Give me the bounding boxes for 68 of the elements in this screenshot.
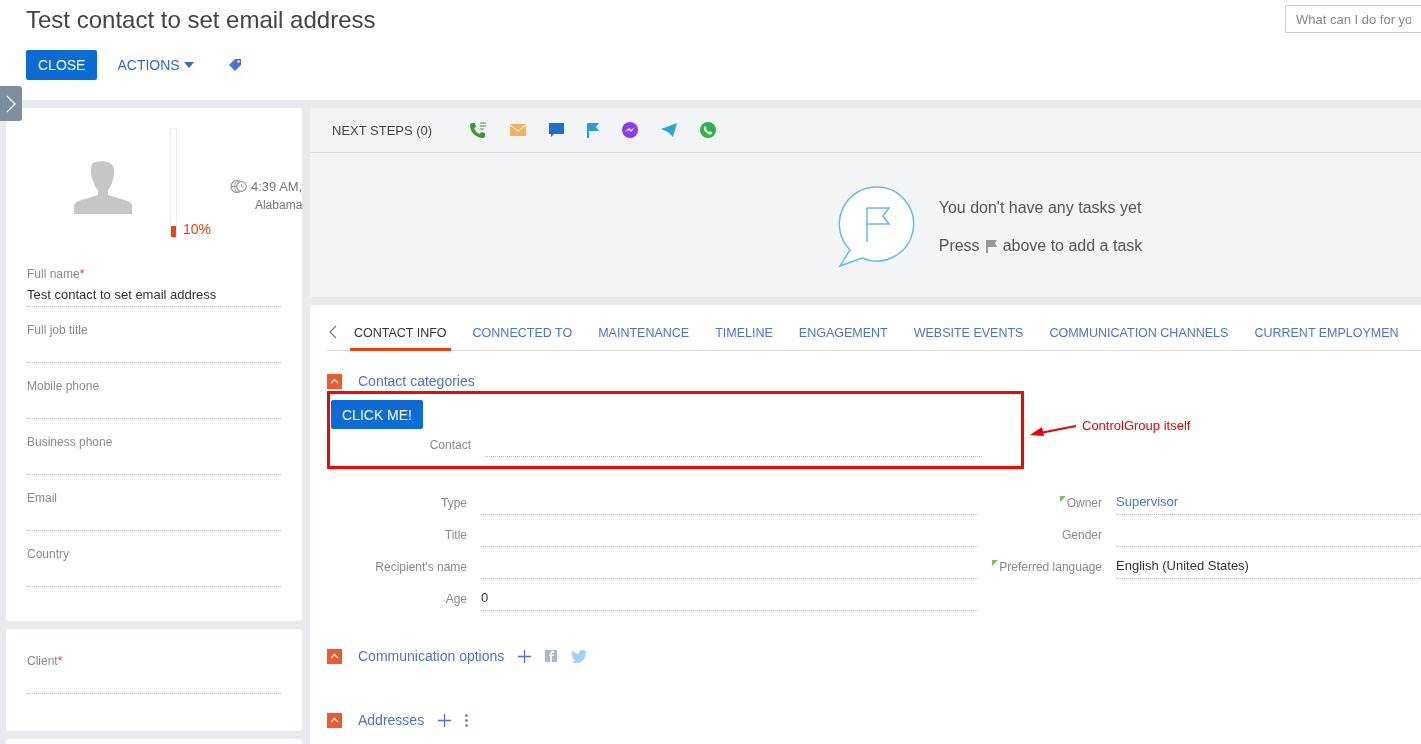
twitter-icon[interactable] [571, 649, 588, 663]
click-me-button[interactable]: CLICK ME! [331, 400, 423, 429]
sidebar-toggle[interactable] [0, 86, 22, 121]
field-label: Title [443, 528, 468, 544]
field-label: Full name* [27, 267, 86, 281]
flag-icon[interactable] [587, 122, 600, 138]
more-icon[interactable] [465, 713, 469, 727]
field-label: Recipient's name [374, 560, 468, 576]
local-time: 4:39 AM, [251, 179, 303, 194]
flag-icon [985, 239, 997, 253]
add-icon[interactable] [518, 649, 532, 663]
field-label: Type [440, 496, 468, 512]
whatsapp-icon[interactable] [700, 122, 717, 138]
close-button[interactable]: CLOSE [26, 50, 98, 80]
field-label: Contact [428, 438, 472, 454]
field-label: Full job title [27, 323, 89, 337]
field-label: Client* [27, 654, 64, 668]
chat-icon[interactable] [549, 122, 565, 138]
empty-message: You don't have any tasks yet [938, 199, 1143, 217]
tab[interactable]: ENGAGEMENT [794, 326, 892, 351]
next-steps-tab[interactable]: NEXT STEPS (0) [332, 122, 433, 138]
phone-icon[interactable] [469, 121, 488, 139]
input-field[interactable]: Test contact to set email address [27, 284, 281, 307]
chevron-left-icon[interactable] [329, 325, 337, 339]
field-label: Mobile phone [27, 379, 101, 393]
input-field[interactable]: Supervisor [1116, 492, 1421, 515]
completeness-reading: 10% [183, 221, 212, 237]
envelope-icon[interactable] [510, 124, 527, 136]
section-title[interactable]: Communication options [358, 648, 505, 664]
search-field[interactable]: What can I do for yo [1285, 5, 1421, 33]
field-label: Business phone [27, 435, 114, 449]
facebook-icon[interactable] [545, 650, 558, 662]
add-icon[interactable] [438, 713, 452, 727]
annotation-text: ControlGroup itself [1082, 417, 1191, 433]
annotation-arrow [1030, 423, 1076, 437]
caret-icon [183, 62, 194, 68]
field-label: Preferred language [978, 560, 1116, 579]
section-title[interactable]: Addresses [358, 712, 425, 728]
hint-text: Press [938, 237, 980, 255]
input-field[interactable]: English (United States) [1116, 556, 1421, 579]
field-label: Gender [1060, 528, 1103, 544]
tab[interactable]: MAINTENANCE [594, 326, 694, 351]
tab[interactable]: COMMUNICATION CHANNELS [1045, 326, 1233, 351]
chevron-right-icon [6, 94, 16, 113]
speech-bubble-flag-icon [836, 186, 915, 268]
hint-text: above to add a task [1002, 237, 1143, 255]
location: Alabama [254, 198, 303, 212]
page-title: Test contact to set email address [26, 6, 376, 34]
field-label: Email [27, 491, 58, 505]
tab[interactable]: WEBSITE EVENTS [909, 326, 1028, 351]
collapse-icon[interactable] [327, 648, 342, 664]
tab[interactable]: TIMELINE [711, 326, 777, 351]
field-label: Owner [978, 496, 1116, 515]
field-label: Age [444, 592, 468, 608]
tag-icon[interactable] [227, 58, 242, 72]
actions-button[interactable]: ACTIONS [117, 57, 194, 73]
collapse-icon[interactable] [327, 373, 342, 389]
section-title[interactable]: Contact categories [358, 373, 475, 389]
tab[interactable]: CURRENT EMPLOYMEN [1250, 326, 1403, 351]
field-label: Country [27, 547, 71, 561]
input-field[interactable]: 0 [481, 588, 978, 611]
paper-plane-icon[interactable] [661, 123, 678, 137]
avatar-silhouette [74, 160, 132, 214]
tab[interactable]: CONNECTED TO [468, 326, 577, 351]
collapse-icon[interactable] [327, 712, 342, 728]
tab[interactable]: CONTACT INFO [350, 326, 451, 351]
globe-clock-icon [230, 178, 247, 195]
messenger-icon[interactable] [622, 122, 639, 138]
